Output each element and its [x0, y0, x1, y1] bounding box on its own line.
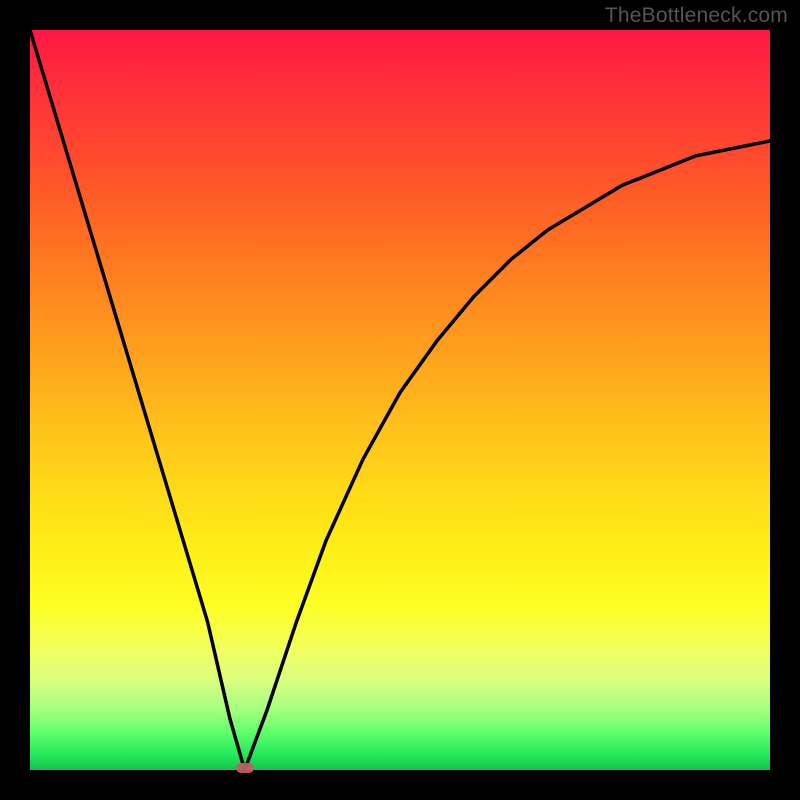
chart-container: TheBottleneck.com [0, 0, 800, 800]
watermark-text: TheBottleneck.com [605, 4, 788, 28]
minimum-marker [236, 763, 254, 773]
plot-area [30, 30, 770, 770]
curve-svg [30, 30, 770, 770]
bottleneck-curve [30, 30, 770, 770]
